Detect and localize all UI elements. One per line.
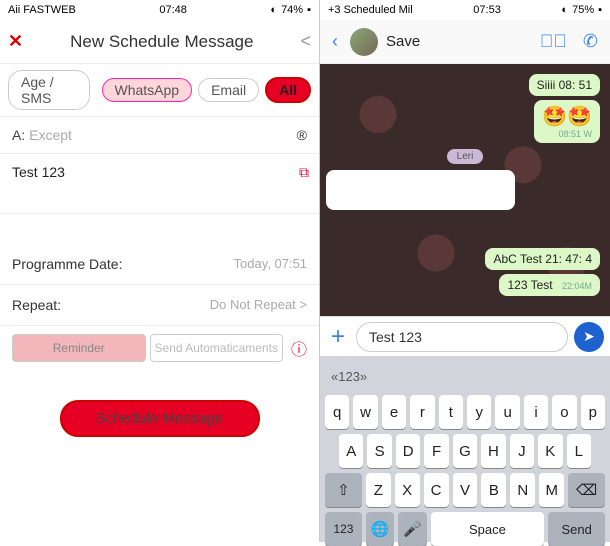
- tab-email[interactable]: Email: [198, 78, 259, 102]
- nav-bar: ✕ New Schedule Message <: [0, 20, 319, 64]
- key-row-3: ⇧ ZXCVBNM ⌫: [325, 473, 605, 507]
- key-r[interactable]: r: [410, 395, 434, 429]
- key-K[interactable]: K: [538, 434, 562, 468]
- shift-key[interactable]: ⇧: [325, 473, 362, 507]
- input-bar: + Test 123 ➤: [320, 316, 610, 356]
- message-out[interactable]: AbC Test 21: 47: 4: [485, 248, 600, 270]
- status-title: +3 Scheduled Mil: [328, 4, 413, 16]
- key-S[interactable]: S: [367, 434, 391, 468]
- status-bar: Aii FASTWEB 07:48 ◐ 74% ▪: [0, 0, 319, 20]
- info-icon[interactable]: ⓘ: [291, 336, 307, 360]
- key-D[interactable]: D: [396, 434, 420, 468]
- page-title: New Schedule Message: [23, 32, 300, 52]
- channel-tabs: Age / SMS WhatsApp Email All: [0, 64, 319, 116]
- chat-area[interactable]: Siiii 08: 51 🤩🤩 08:51 W Leri AbC Test 21…: [320, 64, 610, 316]
- message-out[interactable]: 123 Test 22:04M: [499, 274, 600, 296]
- close-icon[interactable]: ✕: [8, 31, 23, 52]
- key-L[interactable]: L: [567, 434, 591, 468]
- mode-bar: Reminder Send Automaticaments ⓘ: [0, 326, 319, 370]
- globe-key[interactable]: 🌐: [366, 512, 394, 546]
- key-q[interactable]: q: [325, 395, 349, 429]
- status-bar: +3 Scheduled Mil 07:53 ◐ 75% ▪: [320, 0, 610, 20]
- numbers-key[interactable]: 123: [325, 512, 362, 546]
- keyboard: «123» qwertyuiop ASDFGHJKL ⇧ ZXCVBNM ⌫ 1…: [320, 356, 610, 542]
- key-row-1: qwertyuiop: [325, 395, 605, 429]
- key-J[interactable]: J: [510, 434, 534, 468]
- key-B[interactable]: B: [481, 473, 506, 507]
- mic-key[interactable]: 🎤: [398, 512, 426, 546]
- key-G[interactable]: G: [453, 434, 477, 468]
- message-out[interactable]: 🤩🤩 08:51 W: [534, 100, 600, 143]
- message-textarea[interactable]: Test 123 ⧉: [0, 154, 319, 214]
- return-key[interactable]: Send: [548, 512, 605, 546]
- key-o[interactable]: o: [552, 395, 576, 429]
- carrier: Aii FASTWEB: [8, 4, 76, 16]
- key-w[interactable]: w: [353, 395, 377, 429]
- space-key[interactable]: Space: [431, 512, 545, 546]
- suggestion-bar[interactable]: «123»: [323, 362, 607, 390]
- tab-whatsapp[interactable]: WhatsApp: [102, 78, 193, 102]
- key-A[interactable]: A: [339, 434, 363, 468]
- mode-auto[interactable]: Send Automaticaments: [150, 334, 284, 362]
- avatar[interactable]: [350, 28, 378, 56]
- key-N[interactable]: N: [510, 473, 535, 507]
- back-arrow-icon[interactable]: <: [300, 31, 311, 52]
- mode-reminder[interactable]: Reminder: [12, 334, 146, 362]
- back-icon[interactable]: ‹: [332, 31, 338, 52]
- attach-icon[interactable]: +: [326, 323, 350, 351]
- video-call-icon[interactable]: ▢⃞: [540, 31, 567, 52]
- tab-sms[interactable]: Age / SMS: [8, 70, 90, 110]
- key-F[interactable]: F: [424, 434, 448, 468]
- key-y[interactable]: y: [467, 395, 491, 429]
- status-time: 07:53: [473, 4, 501, 16]
- key-M[interactable]: M: [539, 473, 564, 507]
- registered-icon[interactable]: ®: [297, 127, 307, 143]
- repeat-row[interactable]: Repeat: Do Not Repeat >: [0, 285, 319, 326]
- delete-key[interactable]: ⌫: [568, 473, 605, 507]
- key-H[interactable]: H: [481, 434, 505, 468]
- chat-nav: ‹ Save ▢⃞ ✆: [320, 20, 610, 64]
- key-p[interactable]: p: [581, 395, 605, 429]
- battery: 74%: [281, 4, 303, 16]
- schedule-button[interactable]: Schedule Message: [60, 400, 260, 437]
- battery: 75%: [572, 4, 594, 16]
- message-in[interactable]: [326, 170, 515, 210]
- status-time: 07:48: [159, 4, 187, 16]
- key-Z[interactable]: Z: [366, 473, 391, 507]
- message-input[interactable]: Test 123: [356, 322, 568, 352]
- copy-icon[interactable]: ⧉: [299, 164, 309, 181]
- date-row[interactable]: Programme Date: Today, 07:51: [0, 244, 319, 285]
- key-i[interactable]: i: [524, 395, 548, 429]
- key-V[interactable]: V: [453, 473, 478, 507]
- key-e[interactable]: e: [382, 395, 406, 429]
- recipient-value: Except: [29, 127, 297, 143]
- key-X[interactable]: X: [395, 473, 420, 507]
- message-out[interactable]: Siiii 08: 51: [529, 74, 600, 96]
- key-C[interactable]: C: [424, 473, 449, 507]
- tab-all[interactable]: All: [265, 77, 311, 103]
- key-u[interactable]: u: [495, 395, 519, 429]
- key-t[interactable]: t: [439, 395, 463, 429]
- contact-name[interactable]: Save: [386, 33, 528, 50]
- recipient-field[interactable]: A: Except ®: [0, 116, 319, 154]
- key-row-2: ASDFGHJKL: [325, 434, 605, 468]
- date-chip: Leri: [447, 149, 484, 164]
- voice-call-icon[interactable]: ✆: [583, 31, 598, 52]
- send-button[interactable]: ➤: [574, 322, 604, 352]
